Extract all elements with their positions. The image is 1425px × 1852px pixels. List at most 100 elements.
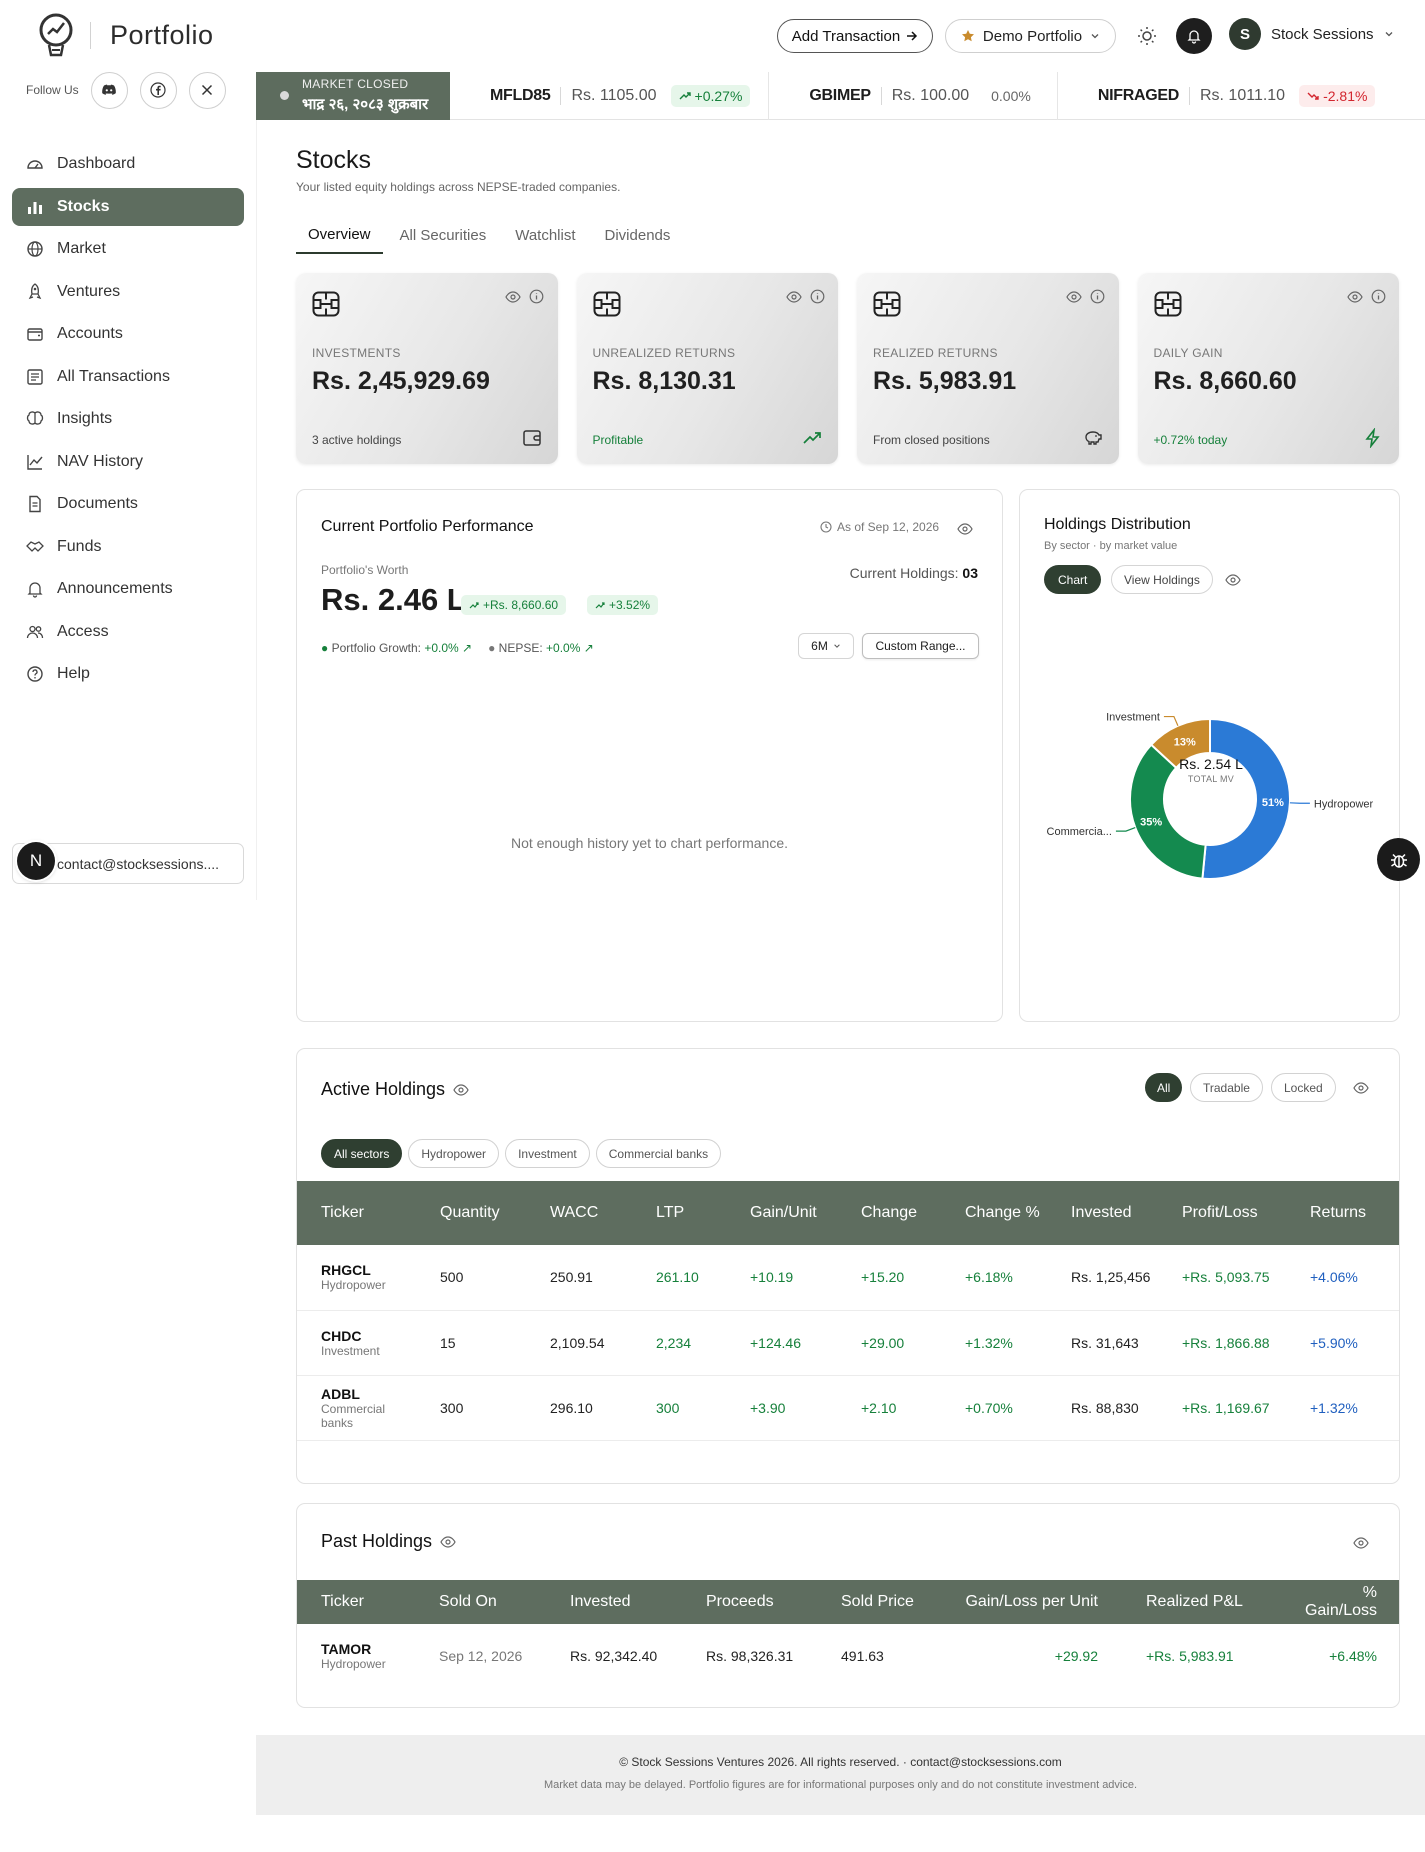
ticker-item[interactable]: MFLD85 Rs. 1105.00 +0.27% — [450, 71, 770, 120]
pct-gain-loss-cell: +6.48% — [1329, 1647, 1377, 1664]
column-header[interactable]: Profit/Loss — [1158, 1181, 1286, 1245]
custom-range-button[interactable]: Custom Range... — [862, 633, 979, 659]
column-header[interactable]: % Gain/Loss — [1264, 1580, 1399, 1624]
sector-filter-all[interactable]: All sectors — [321, 1139, 403, 1168]
column-header[interactable]: Proceeds — [682, 1580, 817, 1624]
ticker-cell: TAMOR Hydropower — [297, 1624, 415, 1687]
filter-tradable-button[interactable]: Tradable — [1190, 1073, 1263, 1102]
sidebar-item-label: Market — [57, 240, 106, 257]
discord-link[interactable] — [90, 71, 128, 109]
eye-icon[interactable] — [1353, 1080, 1369, 1096]
sidebar-item-nav-history[interactable]: NAV History — [12, 443, 244, 481]
sector-filter-hydropower[interactable]: Hydropower — [408, 1139, 500, 1168]
eye-icon[interactable] — [453, 1082, 469, 1098]
column-header[interactable]: Gain/Unit — [726, 1181, 837, 1245]
column-header[interactable]: Sold On — [415, 1580, 546, 1624]
add-transaction-button[interactable]: Add Transaction — [777, 19, 933, 53]
column-header[interactable]: Sold Price — [817, 1580, 941, 1624]
sidebar-item-documents[interactable]: Documents — [12, 485, 244, 523]
ticker-symbol[interactable]: CHDC — [321, 1328, 416, 1344]
sidebar-item-stocks[interactable]: Stocks — [12, 187, 244, 226]
sidebar-item-funds[interactable]: Funds — [12, 528, 244, 566]
column-header[interactable]: Realized P&L — [1122, 1580, 1264, 1624]
document-icon — [29, 495, 41, 513]
ticker-symbol[interactable]: ADBL — [321, 1386, 416, 1402]
active-holdings-title-text: Active Holdings — [321, 1079, 446, 1099]
sidebar-item-all-transactions[interactable]: All Transactions — [12, 358, 244, 396]
eye-icon[interactable] — [505, 289, 521, 305]
eye-icon[interactable] — [1066, 289, 1082, 305]
column-header[interactable]: WACC — [526, 1181, 632, 1245]
info-icon[interactable] — [1371, 289, 1386, 304]
eye-icon[interactable] — [957, 521, 973, 537]
sidebar-item-label: NAV History — [57, 452, 143, 470]
column-header[interactable]: Ticker — [297, 1181, 416, 1245]
donut-category-label: Hydropower — [1314, 798, 1374, 810]
report-bug-button[interactable] — [1377, 838, 1420, 881]
filter-all-button[interactable]: All — [1145, 1073, 1183, 1102]
column-header[interactable]: Change % — [941, 1181, 1047, 1245]
brand-name[interactable]: Portfolio — [110, 20, 214, 51]
footer-disclaimer: Market data may be delayed. Portfolio fi… — [543, 1779, 1138, 1791]
eye-icon[interactable] — [1353, 1535, 1369, 1551]
sector-filter-investment[interactable]: Investment — [505, 1139, 590, 1168]
tab-overview[interactable]: Overview — [296, 216, 383, 254]
column-header[interactable]: Gain/Loss per Unit — [941, 1580, 1122, 1624]
column-header[interactable]: Returns — [1286, 1181, 1399, 1245]
table-row[interactable]: RHGCL Hydropower 500 250.91 261.10 +10.19… — [297, 1245, 1399, 1311]
wallet-icon — [522, 430, 541, 446]
brand-logo-icon[interactable] — [36, 12, 76, 58]
eye-icon[interactable] — [440, 1534, 456, 1550]
eye-icon[interactable] — [1346, 289, 1363, 305]
filter-locked-button[interactable]: Locked — [1271, 1073, 1336, 1102]
ticker-symbol[interactable]: TAMOR — [321, 1641, 415, 1657]
user-menu[interactable]: S Stock Sessions — [1229, 18, 1394, 50]
info-icon[interactable] — [1090, 289, 1105, 304]
tab-dividends[interactable]: Dividends — [593, 216, 683, 254]
sector-filter-commercial-banks[interactable]: Commercial banks — [595, 1139, 722, 1168]
ticker-item[interactable]: GBIMEP Rs. 100.00 0.00% — [769, 71, 1058, 120]
column-header[interactable]: Invested — [1047, 1181, 1158, 1245]
ticker-symbol[interactable]: RHGCL — [321, 1262, 416, 1278]
column-header[interactable]: Quantity — [416, 1181, 526, 1245]
past-holdings-title: Past Holdings — [321, 1531, 456, 1552]
ticker-item[interactable]: NIFRAGED Rs. 1011.10 -2.81% — [1058, 72, 1394, 120]
sidebar-item-help[interactable]: Help — [12, 655, 244, 693]
sidebar-item-insights[interactable]: Insights — [12, 400, 244, 438]
column-header[interactable]: Invested — [546, 1580, 682, 1624]
support-avatar-button[interactable]: N — [17, 842, 55, 880]
table-row[interactable]: TAMOR Hydropower Sep 12, 2026 Rs. 92,342.… — [297, 1624, 1399, 1687]
tab-all-securities[interactable]: All Securities — [388, 216, 499, 254]
ticker-sector: Hydropower — [321, 1656, 386, 1671]
theme-toggle-sun-icon[interactable] — [1135, 24, 1159, 48]
sidebar-item-announcements[interactable]: Announcements — [12, 570, 244, 608]
info-icon[interactable] — [529, 289, 544, 304]
ticker-cell: CHDC Investment — [297, 1310, 416, 1376]
sidebar-item-accounts[interactable]: Accounts — [12, 315, 244, 353]
stat-cards: INVESTMENTS Rs. 2,45,929.69 3 active hol… — [296, 273, 1399, 464]
stat-card-unrealized: UNREALIZED RETURNS Rs. 8,130.31 Profitab… — [576, 273, 838, 464]
globe-icon — [27, 241, 43, 257]
invested-cell: Rs. 92,342.40 — [570, 1647, 658, 1664]
eye-icon[interactable] — [785, 289, 802, 305]
sidebar-item-access[interactable]: Access — [12, 613, 244, 651]
column-header[interactable]: Ticker — [297, 1580, 415, 1624]
sidebar-item-market[interactable]: Market — [12, 230, 244, 268]
x-twitter-link[interactable] — [188, 71, 226, 109]
range-select[interactable]: 6M — [798, 633, 854, 659]
sidebar-item-dashboard[interactable]: Dashboard — [12, 145, 244, 183]
facebook-link[interactable] — [139, 71, 177, 109]
notifications-button[interactable] — [1176, 18, 1212, 54]
portfolio-select[interactable]: Demo Portfolio — [945, 19, 1116, 53]
table-row[interactable]: CHDC Investment 15 2,109.54 2,234 +124.46… — [297, 1310, 1399, 1376]
trend-up-icon — [803, 432, 821, 444]
column-header[interactable]: Change — [837, 1181, 941, 1245]
table-row[interactable]: ADBL Commercial banks 300 296.10 300 +3.9… — [297, 1375, 1399, 1441]
invested-cell: Rs. 1,25,456 — [1047, 1245, 1158, 1311]
follow-us-label: Follow Us — [26, 83, 79, 97]
trend-up-icon: ↗ — [583, 641, 594, 655]
tab-watchlist[interactable]: Watchlist — [503, 216, 587, 254]
column-header[interactable]: LTP — [632, 1181, 726, 1245]
info-icon[interactable] — [810, 289, 825, 304]
sidebar-item-ventures[interactable]: Ventures — [12, 273, 244, 311]
